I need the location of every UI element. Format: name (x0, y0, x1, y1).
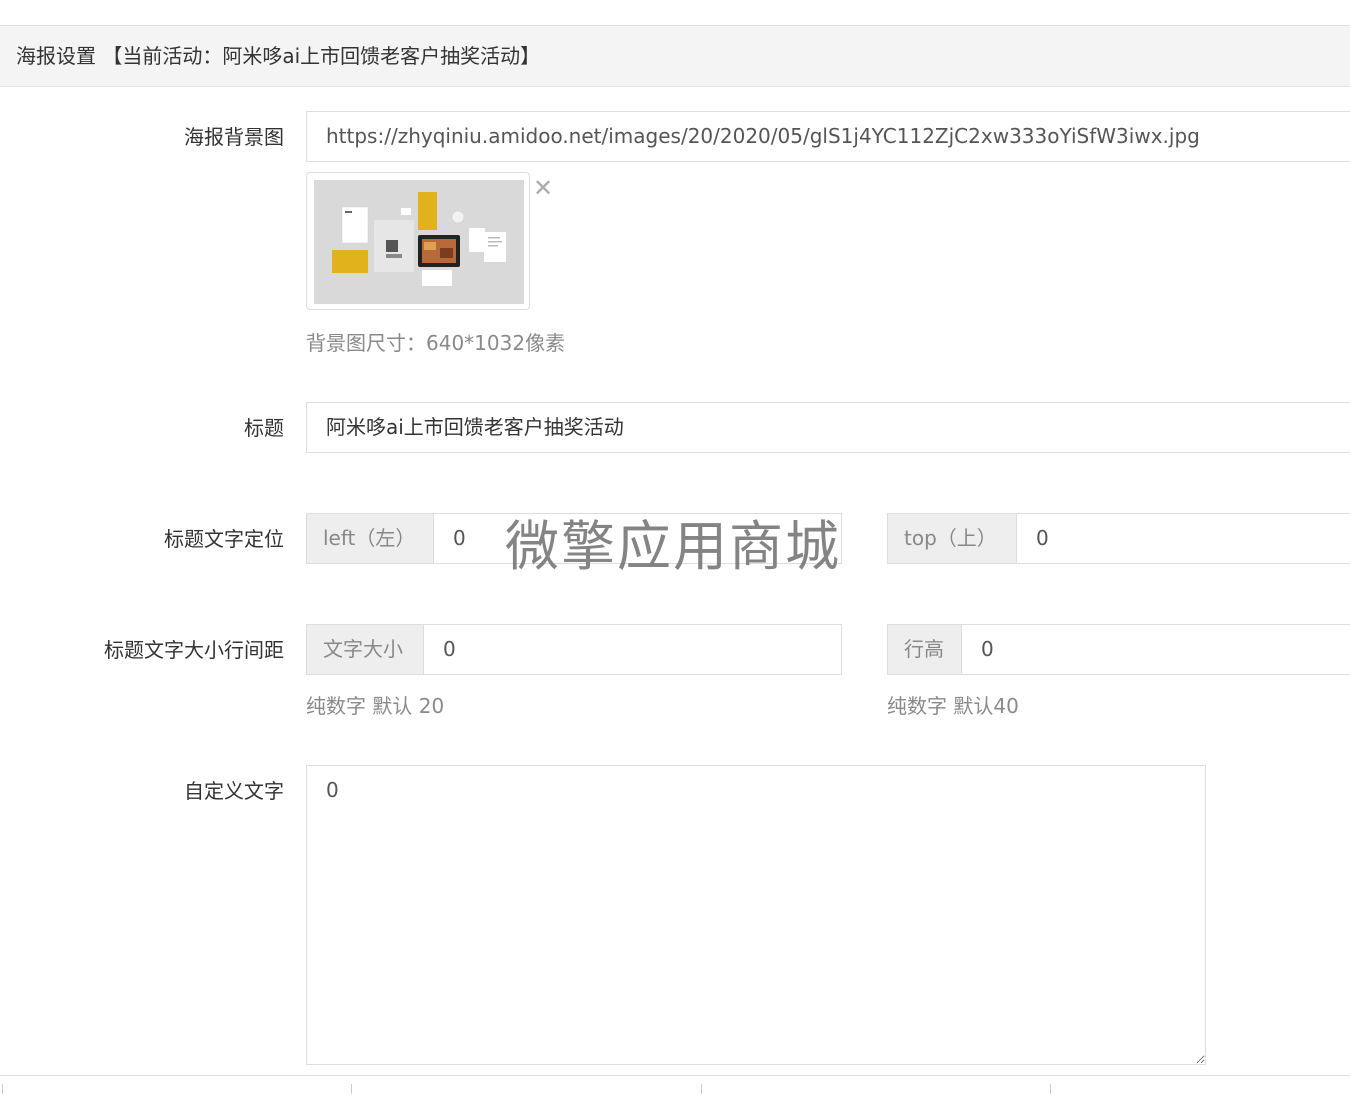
top-addon: top（上） (887, 513, 1017, 564)
poster-mockup-image (314, 180, 524, 304)
footer-tick (2, 1084, 3, 1094)
footer-tick (351, 1084, 352, 1094)
background-url-input[interactable]: https://zhyqiniu.amidoo.net/images/20/20… (306, 111, 1350, 162)
custom-text-textarea[interactable]: 0 (306, 765, 1206, 1065)
line-height-addon: 行高 (887, 624, 962, 675)
watermark: 微擎应用商城 (505, 515, 841, 578)
footer-divider (0, 1075, 1350, 1095)
title-label: 标题 (244, 416, 284, 440)
custom-text-label: 自定义文字 (184, 779, 284, 803)
remove-image-icon[interactable]: ✕ (533, 175, 553, 201)
font-size-input[interactable]: 0 (423, 624, 842, 675)
top-position-input[interactable]: 0 (1016, 513, 1350, 564)
footer-tick (701, 1084, 702, 1094)
size-label: 标题文字大小行间距 (104, 638, 284, 662)
line-height-input[interactable]: 0 (961, 624, 1350, 675)
page-title: 海报设置 【当前活动：阿米哆ai上市回馈老客户抽奖活动】 (16, 44, 541, 68)
font-size-hint: 纯数字 默认 20 (306, 694, 445, 718)
background-thumbnail[interactable] (306, 172, 530, 310)
footer-tick (1050, 1084, 1051, 1094)
title-input[interactable]: 阿米哆ai上市回馈老客户抽奖活动 (306, 402, 1350, 453)
panel-heading: 海报设置 【当前活动：阿米哆ai上市回馈老客户抽奖活动】 (0, 25, 1350, 87)
background-label: 海报背景图 (184, 125, 284, 149)
left-addon: left（左） (306, 513, 434, 564)
font-size-addon: 文字大小 (306, 624, 424, 675)
position-label: 标题文字定位 (164, 527, 284, 551)
line-height-hint: 纯数字 默认40 (887, 694, 1019, 718)
background-size-hint: 背景图尺寸：640*1032像素 (306, 331, 566, 355)
